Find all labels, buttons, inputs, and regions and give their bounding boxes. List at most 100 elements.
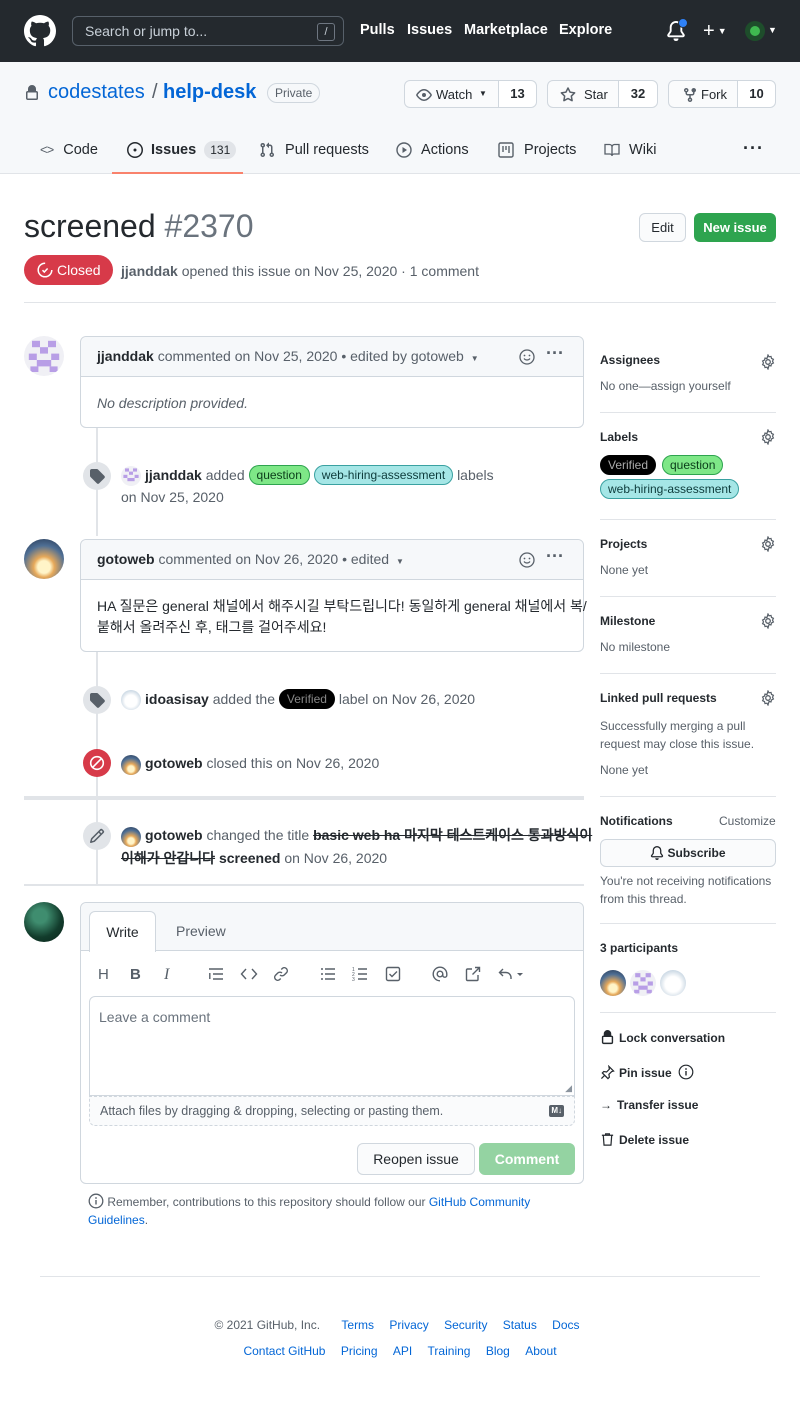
milestone-gear-icon[interactable] [760,613,776,629]
repo-owner-link[interactable]: codestates [48,81,145,104]
code-icon[interactable] [240,966,258,982]
footer-link-security[interactable]: Security [444,1318,487,1332]
labels-heading[interactable]: Labels [600,430,638,444]
tab-preview[interactable]: Preview [176,911,226,951]
footer-link-docs[interactable]: Docs [552,1318,579,1332]
footer-link-about[interactable]: About [525,1344,556,1358]
attach-files-area[interactable]: Attach files by dragging & dropping, sel… [89,1096,575,1126]
footer-link-status[interactable]: Status [503,1318,537,1332]
event-date[interactable]: on Nov 26, 2020 [372,691,475,707]
tab-projects[interactable]: Projects [498,140,576,160]
assignees-gear-icon[interactable] [760,354,776,370]
footer-link-api[interactable]: API [393,1344,412,1358]
avatar-gotoweb-small[interactable] [121,755,141,775]
comment-textarea[interactable]: Leave a comment ◢ [89,996,575,1096]
lock-conversation-button[interactable]: Lock conversation [600,1030,725,1045]
tab-issues[interactable]: Issues 131 [127,140,237,160]
star-button[interactable]: Star 32 [547,80,658,108]
label-verified[interactable]: Verified [278,689,335,709]
transfer-issue-button[interactable]: → Transfer issue [600,1098,698,1112]
milestone-heading[interactable]: Milestone [600,614,655,628]
comment-author-link[interactable]: jjanddak [97,348,154,364]
nav-issues[interactable]: Issues [407,22,452,38]
task-list-icon[interactable] [385,966,401,982]
labels-gear-icon[interactable] [760,429,776,445]
tab-actions[interactable]: Actions [396,140,469,160]
watch-button[interactable]: Watch ▼ 13 [404,80,537,108]
avatar-current-user[interactable] [24,902,64,942]
smiley-icon[interactable] [519,349,535,365]
heading-icon[interactable]: H [98,966,109,983]
issue-author-link[interactable]: jjanddak [121,263,178,279]
info-icon[interactable] [678,1064,694,1080]
cross-reference-icon[interactable] [465,966,481,982]
comment-submit-button[interactable]: Comment [479,1143,575,1175]
saved-replies-icon[interactable] [498,966,526,982]
event-date[interactable]: on Nov 26, 2020 [284,850,387,866]
fork-count[interactable]: 10 [737,81,775,107]
sidebar-label-verified[interactable]: Verified [600,455,657,475]
tab-pull-requests[interactable]: Pull requests [259,140,369,160]
footer-link-pricing[interactable]: Pricing [341,1344,378,1358]
label-web-hiring-assessment[interactable]: web-hiring-assessment [313,465,454,485]
community-guidelines-link[interactable]: GitHub Community [429,1195,530,1209]
avatar-jjanddak[interactable] [24,336,64,376]
assignees-value[interactable]: No one—assign yourself [600,379,731,393]
nav-marketplace[interactable]: Marketplace [464,22,548,38]
projects-heading[interactable]: Projects [600,537,647,551]
community-guidelines-link-cont[interactable]: Guidelines [88,1213,145,1227]
event-date[interactable]: on Nov 25, 2020 [121,486,224,508]
repo-name-link[interactable]: help-desk [163,81,256,104]
event-date[interactable]: on Nov 26, 2020 [276,755,379,771]
edit-history-caret-icon[interactable]: ▼ [396,557,404,566]
bold-icon[interactable]: B [130,966,141,983]
italic-icon[interactable]: I [164,966,169,984]
unordered-list-icon[interactable] [320,966,336,982]
link-icon[interactable] [273,966,289,982]
footer-link-contact[interactable]: Contact GitHub [243,1344,325,1358]
footer-link-blog[interactable]: Blog [486,1344,510,1358]
sidebar-label-web-hiring-assessment[interactable]: web-hiring-assessment [600,479,740,499]
sidebar-label-question[interactable]: question [662,455,724,475]
delete-issue-button[interactable]: Delete issue [600,1132,689,1147]
watch-count[interactable]: 13 [498,81,536,107]
kebab-menu-icon[interactable]: ··· [546,343,564,364]
nav-pulls[interactable]: Pulls [360,22,395,38]
markdown-icon[interactable]: M↓ [549,1105,564,1117]
avatar-jjanddak-small[interactable] [121,466,141,486]
ordered-list-icon[interactable]: 123 [352,966,368,982]
create-new-menu[interactable]: + ▼ [703,21,727,41]
edit-title-button[interactable]: Edit [639,213,686,242]
participant-avatar-gotoweb[interactable] [600,970,626,996]
event-user-link[interactable]: gotoweb [145,827,203,843]
event-user-link[interactable]: idoasisay [145,691,209,707]
smiley-icon[interactable] [519,552,535,568]
assignees-heading[interactable]: Assignees [600,353,660,367]
github-logo-icon[interactable] [24,15,56,47]
linked-pr-gear-icon[interactable] [760,690,776,706]
more-tabs-icon[interactable]: ··· [743,138,764,159]
footer-link-terms[interactable]: Terms [341,1318,374,1332]
edit-history-caret-icon[interactable]: ▼ [471,354,479,363]
nav-explore[interactable]: Explore [559,22,612,38]
star-count[interactable]: 32 [618,81,657,107]
kebab-menu-icon[interactable]: ··· [546,546,564,567]
footer-link-training[interactable]: Training [428,1344,471,1358]
tab-write[interactable]: Write [89,911,156,952]
tab-code[interactable]: <> Code [40,140,98,160]
footer-link-privacy[interactable]: Privacy [389,1318,428,1332]
search-input[interactable]: Search or jump to... / [72,16,344,46]
fork-button[interactable]: Fork 10 [668,80,776,108]
participant-avatar-jjanddak[interactable] [630,970,656,996]
avatar-gotoweb[interactable] [24,539,64,579]
participant-avatar-idoasisay[interactable] [660,970,686,996]
avatar-gotoweb-small[interactable] [121,827,141,847]
new-issue-button[interactable]: New issue [694,213,776,242]
customize-link[interactable]: Customize [719,814,776,828]
pin-issue-button[interactable]: Pin issue [600,1064,694,1080]
linked-pr-heading[interactable]: Linked pull requests [600,691,717,705]
tab-wiki[interactable]: Wiki [604,140,656,160]
subscribe-button[interactable]: Subscribe [600,839,776,867]
event-user-link[interactable]: jjanddak [145,467,202,483]
label-question[interactable]: question [248,465,310,485]
